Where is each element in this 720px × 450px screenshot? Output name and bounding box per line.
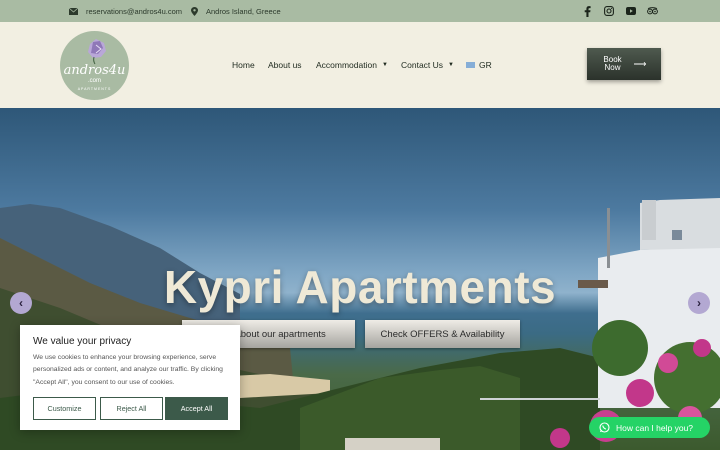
whatsapp-label[interactable]: How can I help you? bbox=[616, 423, 693, 433]
nav-accommodation[interactable]: Accommodation ▼ bbox=[316, 22, 388, 108]
email-contact[interactable]: reservations@andros4u.com bbox=[69, 0, 182, 22]
cookie-reject-button[interactable]: Reject All bbox=[100, 397, 163, 420]
location-contact: Andros Island, Greece bbox=[191, 0, 281, 22]
youtube-link[interactable] bbox=[626, 0, 636, 22]
whatsapp-icon bbox=[599, 422, 610, 433]
hero-title: Kypri Apartments bbox=[163, 261, 557, 313]
nav-home[interactable]: Home bbox=[232, 22, 255, 108]
youtube-icon[interactable] bbox=[626, 7, 636, 15]
whatsapp-chat-button[interactable]: How can I help you? bbox=[589, 417, 710, 438]
slider-prev-button[interactable]: ‹ bbox=[10, 292, 32, 314]
logo-name: andros4u bbox=[63, 63, 126, 78]
nav-about-label[interactable]: About us bbox=[268, 60, 302, 70]
envelope-icon bbox=[69, 7, 78, 15]
logo-domain: .com bbox=[87, 78, 101, 84]
facebook-link[interactable] bbox=[584, 0, 591, 22]
chevron-down-icon[interactable]: ▼ bbox=[448, 62, 454, 68]
logo-tagline: APARTMENTS bbox=[77, 87, 112, 91]
cookie-title: We value your privacy bbox=[33, 336, 132, 347]
tripadvisor-icon[interactable] bbox=[647, 7, 658, 15]
language-switch[interactable]: GR bbox=[466, 22, 492, 108]
site-header: andros4u .com APARTMENTS Home About us A… bbox=[0, 22, 720, 108]
cookie-accept-button[interactable]: Accept All bbox=[165, 397, 228, 420]
nav-home-label[interactable]: Home bbox=[232, 60, 255, 70]
book-now-button[interactable]: Book Now ⟶ bbox=[587, 48, 661, 80]
tripadvisor-link[interactable] bbox=[647, 0, 658, 22]
check-offers-label[interactable]: Check OFFERS & Availability bbox=[381, 329, 505, 340]
nav-accommodation-label[interactable]: Accommodation bbox=[316, 60, 377, 70]
cookie-text: We use cookies to enhance your browsing … bbox=[33, 354, 223, 386]
email-text[interactable]: reservations@andros4u.com bbox=[86, 7, 182, 16]
check-offers-button[interactable]: Check OFFERS & Availability bbox=[365, 320, 520, 348]
chevron-right-icon[interactable]: › bbox=[697, 296, 701, 310]
nav-contact-label[interactable]: Contact Us bbox=[401, 60, 443, 70]
instagram-icon[interactable] bbox=[604, 6, 614, 16]
instagram-link[interactable] bbox=[604, 0, 614, 22]
arrow-right-icon: ⟶ bbox=[633, 59, 647, 69]
chevron-left-icon[interactable]: ‹ bbox=[19, 296, 23, 310]
facebook-icon[interactable] bbox=[584, 5, 591, 17]
nav-about[interactable]: About us bbox=[268, 22, 302, 108]
slider-next-button[interactable]: › bbox=[688, 292, 710, 314]
cookie-consent-banner: We value your privacy We use cookies to … bbox=[20, 325, 240, 430]
greek-flag-icon bbox=[466, 62, 475, 68]
location-text: Andros Island, Greece bbox=[206, 6, 281, 16]
map-pin-icon bbox=[191, 6, 198, 16]
language-label[interactable]: GR bbox=[479, 60, 492, 70]
cookie-customize-button[interactable]: Customize bbox=[33, 397, 96, 420]
site-logo[interactable]: andros4u .com APARTMENTS bbox=[60, 31, 129, 100]
nav-contact[interactable]: Contact Us ▼ bbox=[401, 22, 454, 108]
chevron-down-icon[interactable]: ▼ bbox=[382, 62, 388, 68]
top-bar: reservations@andros4u.com Andros Island,… bbox=[0, 0, 720, 22]
book-now-line2: Now bbox=[604, 63, 621, 72]
